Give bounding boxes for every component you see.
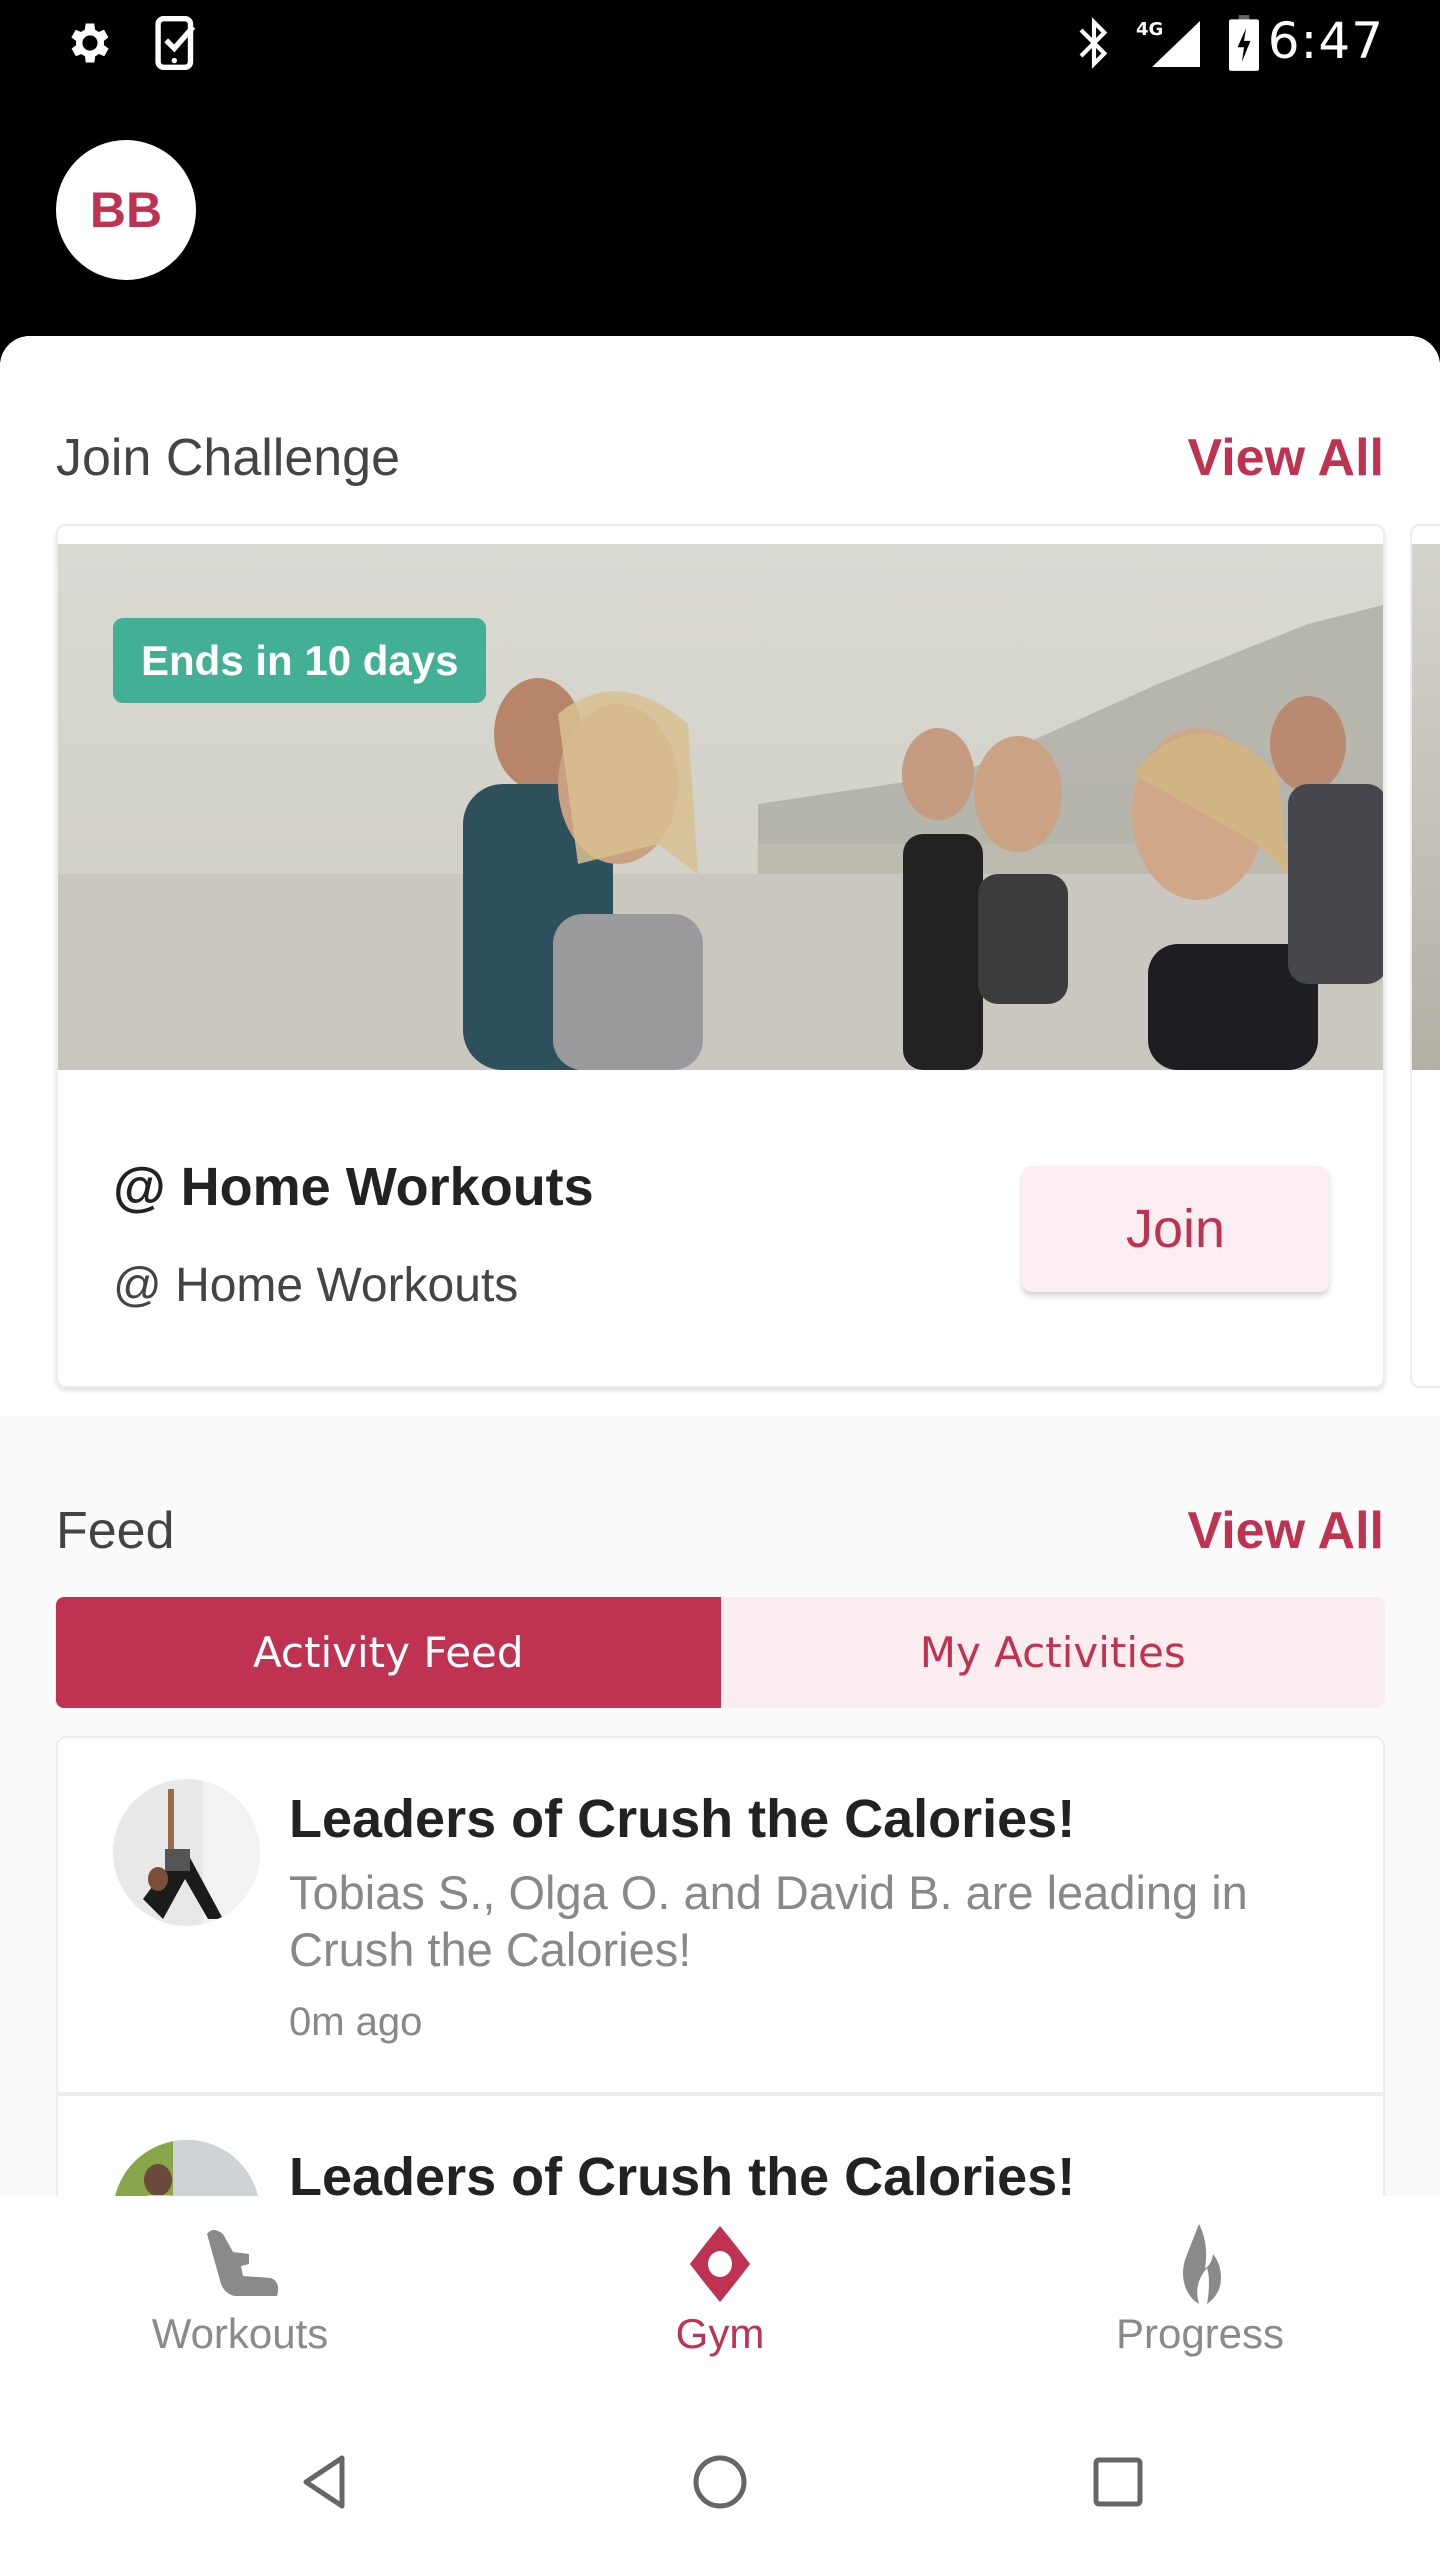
flame-icon [1155, 2224, 1245, 2304]
next-challenge-card-peek[interactable] [1410, 524, 1440, 1388]
feed-item-time: 0m ago [289, 2000, 423, 2044]
feed-item-title: Leaders of Crush the Calories! [289, 2147, 1076, 2196]
nav-label-gym: Gym [675, 2310, 765, 2357]
nav-item-progress[interactable]: Progress [960, 2196, 1440, 2392]
status-time: 6:47 [1267, 12, 1384, 70]
challenge-section-header: Join Challenge View All [56, 423, 1384, 493]
feed-list: Leaders of Crush the Calories! Tobias S.… [56, 1736, 1385, 2196]
feed-tabs: Activity Feed My Activities [56, 1597, 1385, 1708]
next-challenge-image [1412, 544, 1440, 1070]
system-navigation-bar [0, 2392, 1440, 2560]
feed-list-item[interactable]: Leaders of Crush the Calories! [58, 2096, 1383, 2196]
svg-text:4G: 4G [1136, 19, 1163, 40]
feed-item-avatar [113, 2140, 260, 2196]
main-content[interactable]: Join Challenge View All Ends in 10 days … [0, 336, 1440, 2196]
join-button-label: Join [1125, 1199, 1226, 1259]
nav-item-workouts[interactable]: Workouts [0, 2196, 480, 2392]
feed-item-title: Leaders of Crush the Calories! [289, 1789, 1076, 1849]
settings-icon [62, 18, 118, 68]
join-challenge-button[interactable]: Join [1022, 1166, 1329, 1292]
challenge-image: Ends in 10 days [58, 544, 1383, 1070]
challenge-card[interactable]: Ends in 10 days @ Home Workouts @ Home W… [56, 524, 1385, 1388]
app-header: BB [0, 84, 1440, 344]
feed-section-header: Feed View All [56, 1496, 1384, 1566]
avatar-initials: BB [89, 182, 163, 238]
feed-section-title: Feed [56, 1502, 175, 1560]
bottom-navigation: Workouts Gym Progress [0, 2196, 1440, 2392]
feed-item-body: Tobias S., Olga O. and David B. are lead… [289, 1866, 1248, 1976]
nav-label-workouts: Workouts [151, 2310, 329, 2357]
shoe-icon [195, 2224, 285, 2304]
back-icon[interactable] [283, 2442, 363, 2522]
challenge-ends-badge: Ends in 10 days [113, 618, 487, 703]
feed-list-item[interactable]: Leaders of Crush the Calories! Tobias S.… [58, 1738, 1383, 2092]
challenge-title: @ Home Workouts [113, 1157, 594, 1217]
4g-signal-icon: 4G [1134, 18, 1204, 68]
nav-item-gym[interactable]: Gym [480, 2196, 960, 2392]
device-check-icon [152, 16, 202, 70]
challenge-section-title: Join Challenge [56, 429, 401, 487]
bluetooth-icon [1072, 17, 1116, 69]
challenge-view-all-link[interactable]: View All [1187, 428, 1384, 488]
home-icon[interactable] [680, 2442, 760, 2522]
feed-item-avatar [113, 1779, 260, 1926]
tab-activity-feed[interactable]: Activity Feed [56, 1597, 721, 1708]
gym-location-icon [675, 2224, 765, 2304]
status-bar: 4G 6:47 [0, 0, 1440, 84]
tab-my-activities[interactable]: My Activities [720, 1597, 1385, 1708]
nav-label-progress: Progress [1115, 2310, 1285, 2357]
user-avatar[interactable]: BB [56, 140, 196, 280]
battery-charging-icon [1226, 15, 1262, 71]
challenge-subtitle: @ Home Workouts [113, 1259, 519, 1312]
recents-icon[interactable] [1078, 2442, 1158, 2522]
feed-view-all-link[interactable]: View All [1187, 1501, 1384, 1561]
